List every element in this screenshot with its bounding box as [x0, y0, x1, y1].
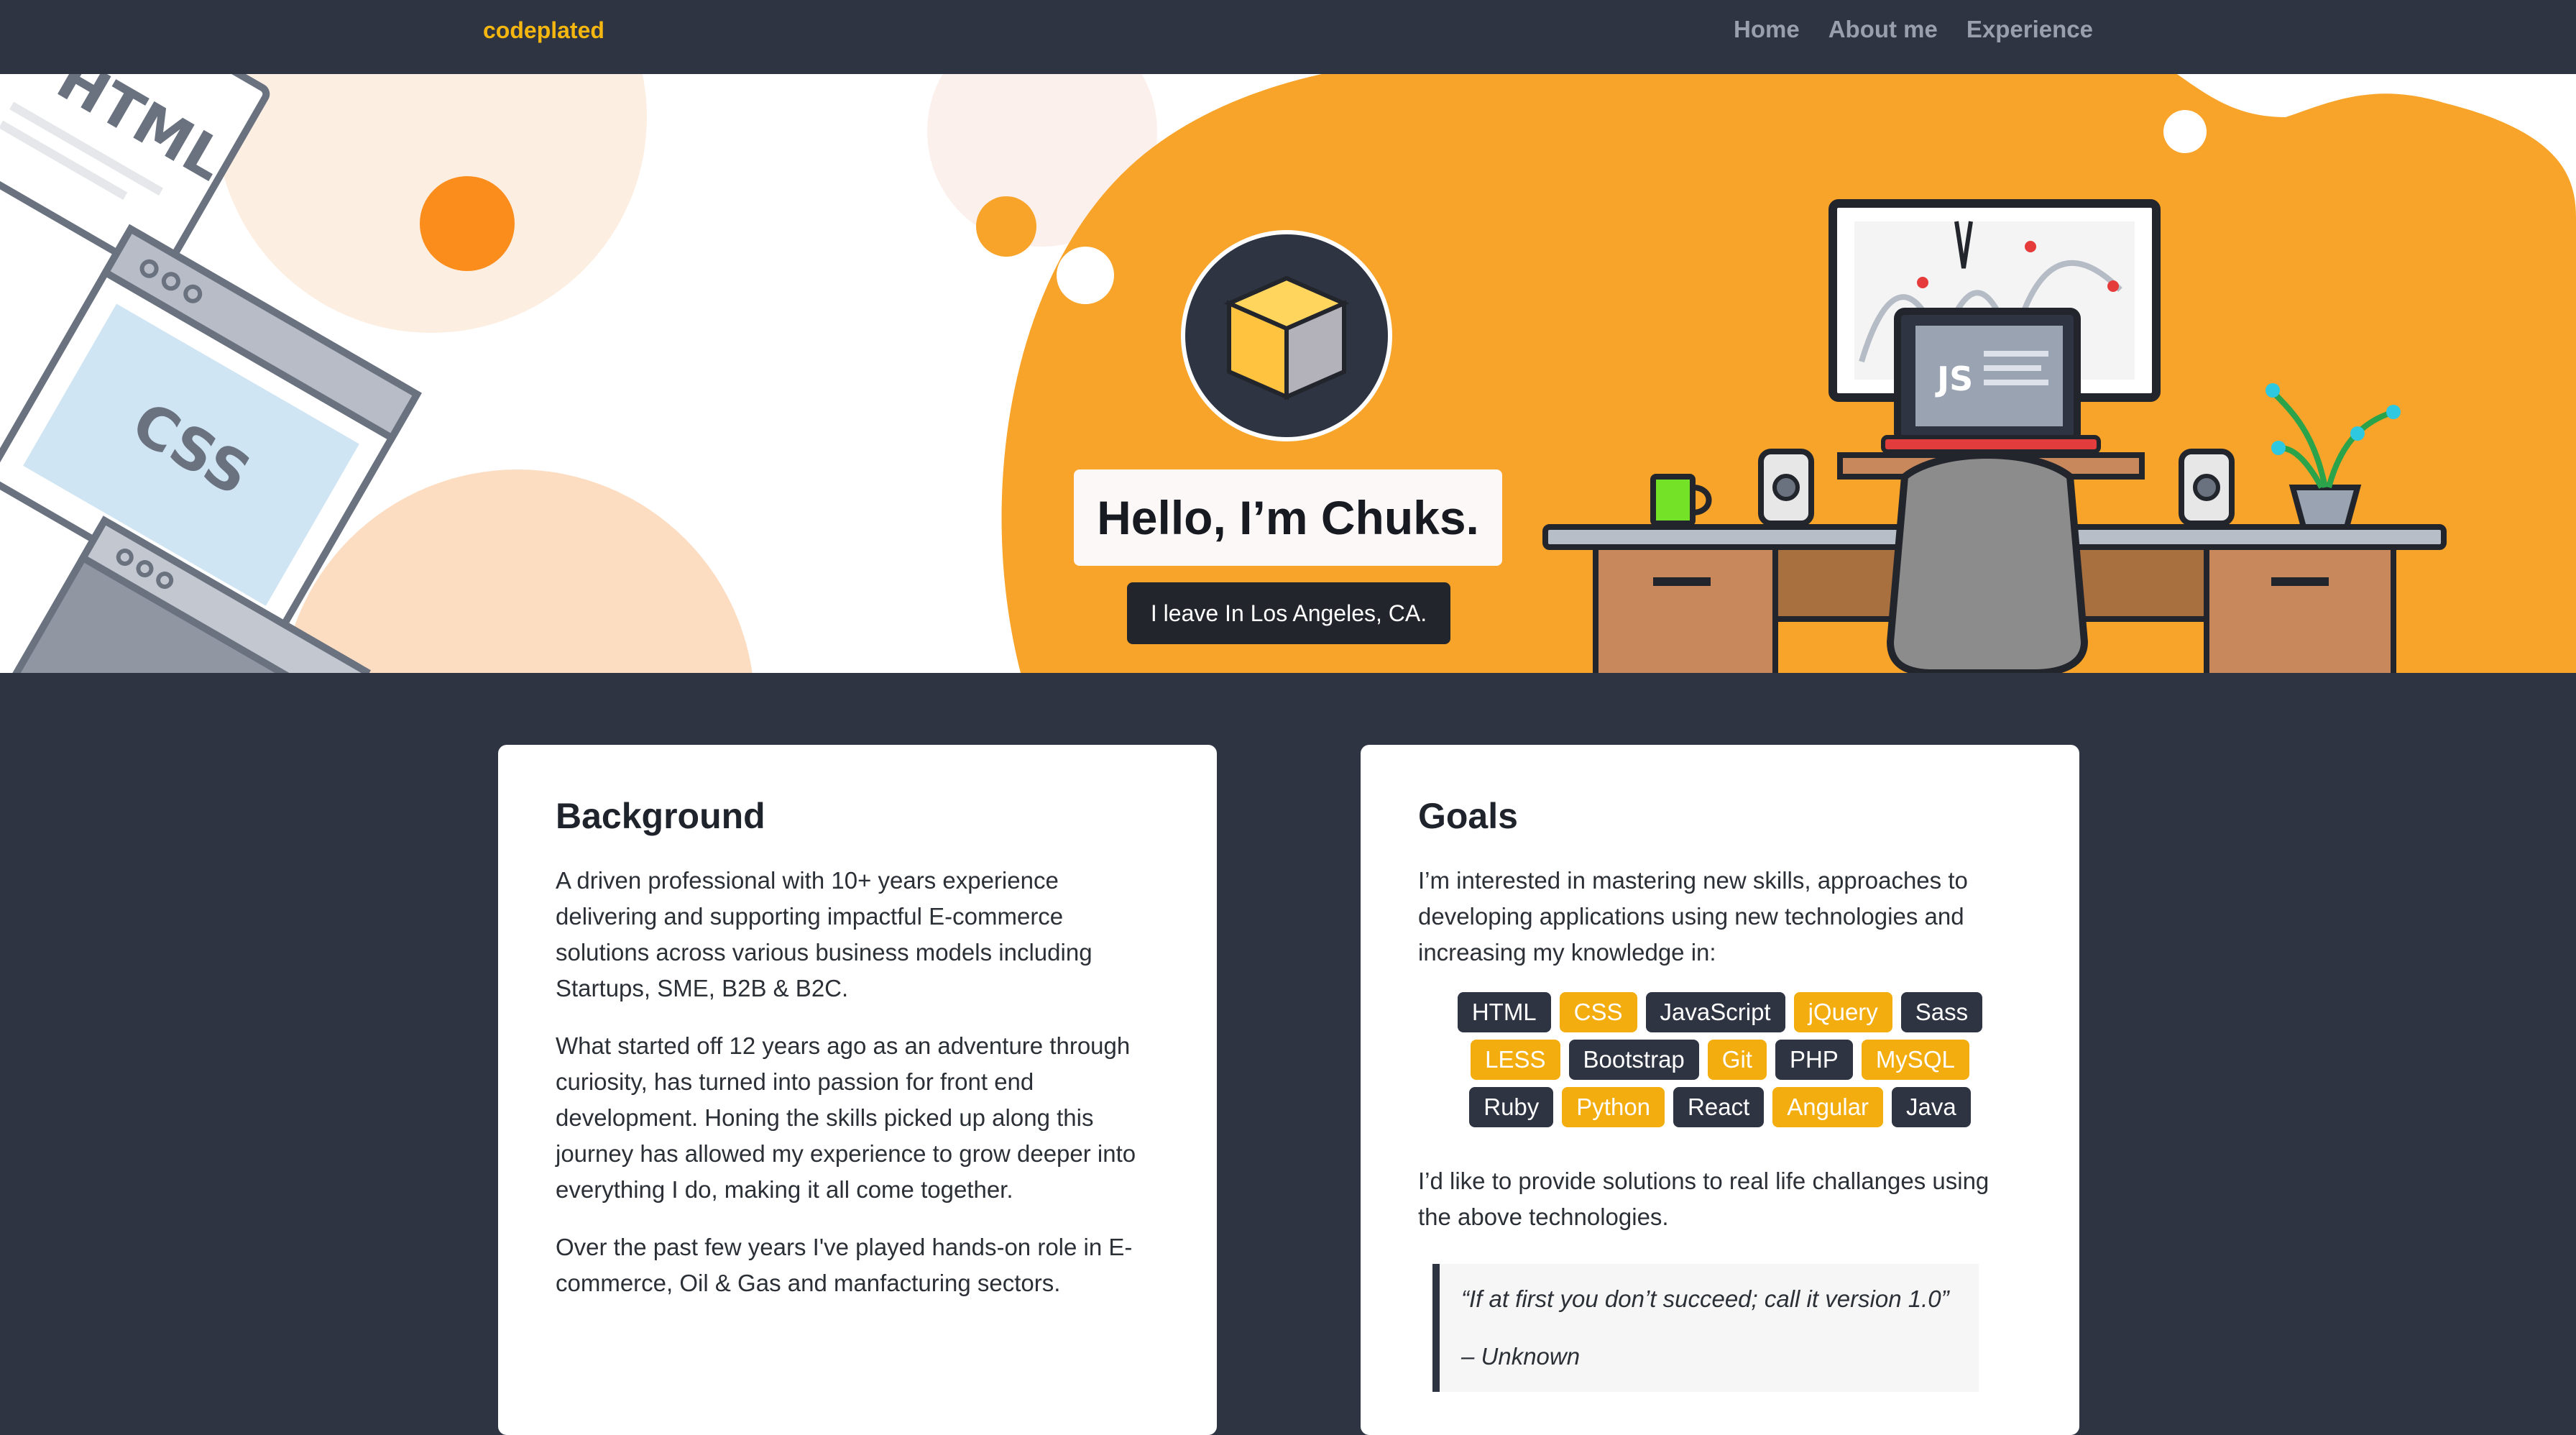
- quote-author: – Unknown: [1461, 1343, 1581, 1370]
- top-navbar: codeplated Home About me Experience: [0, 0, 2576, 74]
- background-heading: Background: [556, 796, 765, 836]
- skill-tag: LESS: [1471, 1040, 1560, 1080]
- hero-banner: HTML CSS JS Hello, I’m Chuks. I leave In…: [0, 74, 2576, 673]
- nav-link-about[interactable]: About me: [1828, 16, 1938, 43]
- background-paragraph: A driven professional with 10+ years exp…: [556, 867, 1092, 1001]
- goals-heading: Goals: [1418, 796, 1518, 836]
- background-paragraph: What started off 12 years ago as an adve…: [556, 1032, 1136, 1203]
- avatar: [1181, 230, 1392, 441]
- skill-tag: CSS: [1559, 992, 1637, 1032]
- skill-tag: jQuery: [1793, 992, 1892, 1032]
- skill-tag: Ruby: [1469, 1087, 1554, 1127]
- skill-tag: React: [1673, 1087, 1765, 1127]
- skill-tag: MySQL: [1861, 1040, 1969, 1080]
- nav-link-experience[interactable]: Experience: [1966, 16, 2093, 43]
- skill-tag: HTML: [1457, 992, 1551, 1032]
- skill-tag: Angular: [1772, 1087, 1884, 1127]
- nav-link-home[interactable]: Home: [1734, 16, 1800, 43]
- quote-block: “If at first you don’t succeed; call it …: [1432, 1264, 1979, 1392]
- goals-outro: I’d like to provide solutions to real li…: [1418, 1168, 1990, 1230]
- background-paragraph: Over the past few years I've played hand…: [556, 1234, 1133, 1296]
- skill-tag: Bootstrap: [1568, 1040, 1699, 1080]
- skill-tag: Java: [1892, 1087, 1971, 1127]
- skill-tag: PHP: [1775, 1040, 1853, 1080]
- brand-logo-link[interactable]: codeplated: [483, 17, 604, 44]
- nav-menu: Home About me Experience: [1734, 16, 2093, 43]
- skill-tag: Sass: [1900, 992, 1983, 1032]
- page-title: Hello, I’m Chuks.: [1097, 491, 1479, 544]
- cube-logo-icon: [1223, 275, 1350, 400]
- skill-tag: JavaScript: [1645, 992, 1785, 1032]
- skill-tag: Python: [1562, 1087, 1665, 1127]
- svg-text:JS: JS: [1935, 359, 1973, 398]
- hero-subtitle: I leave In Los Angeles, CA.: [1150, 600, 1427, 626]
- skill-tag: Git: [1707, 1040, 1767, 1080]
- hero-title-box: Hello, I’m Chuks.: [1074, 469, 1502, 566]
- goals-intro: I’m interested in mastering new skills, …: [1418, 867, 1968, 966]
- goals-card: Goals I’m interested in mastering new sk…: [1361, 745, 2079, 1435]
- skill-tags: HTML CSS JavaScript jQuery Sass LESS Bootstra…: [1418, 992, 2022, 1134]
- background-card: Background A driven professional with 10…: [498, 745, 1217, 1435]
- hero-subtitle-box: I leave In Los Angeles, CA.: [1127, 582, 1450, 644]
- quote-text: “If at first you don’t succeed; call it …: [1461, 1285, 1949, 1312]
